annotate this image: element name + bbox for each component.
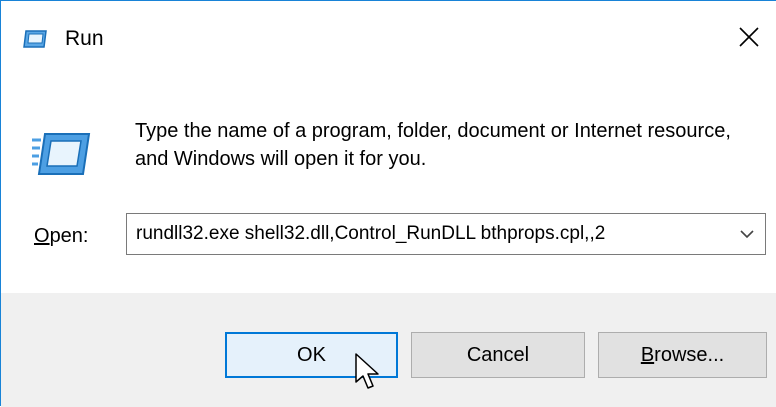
run-icon — [31, 124, 93, 184]
button-bar: OK Cancel Browse... — [1, 293, 776, 407]
open-label-mnemonic: O — [34, 225, 50, 247]
close-icon — [738, 26, 760, 53]
open-combobox[interactable]: rundll32.exe shell32.dll,Control_RunDLL … — [126, 213, 766, 255]
close-button[interactable] — [721, 11, 776, 67]
title-bar[interactable]: Run — [1, 1, 776, 79]
window-title: Run — [65, 27, 104, 50]
browse-label: rowse... — [654, 344, 725, 366]
chevron-down-icon[interactable] — [735, 222, 759, 246]
browse-button[interactable]: Browse... — [598, 332, 767, 378]
browse-mnemonic: B — [640, 344, 655, 366]
dialog-body: Type the name of a program, folder, docu… — [1, 79, 776, 293]
cancel-button[interactable]: Cancel — [411, 332, 585, 378]
dialog-description: Type the name of a program, folder, docu… — [135, 120, 731, 170]
run-icon — [23, 28, 49, 50]
open-label-text: pen: — [49, 225, 89, 247]
run-dialog: Run Type the name of a program, folder, … — [0, 0, 776, 407]
open-input[interactable]: rundll32.exe shell32.dll,Control_RunDLL … — [136, 221, 605, 247]
open-label: Open: — [34, 222, 89, 250]
ok-button[interactable]: OK — [225, 332, 398, 378]
